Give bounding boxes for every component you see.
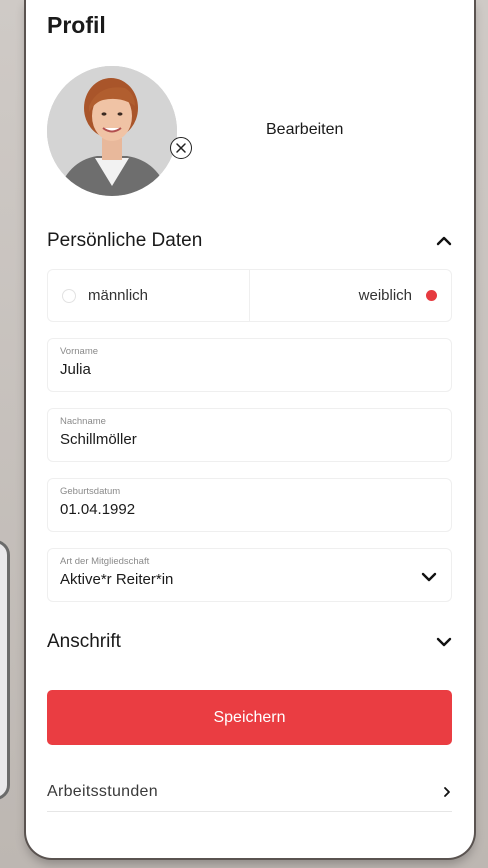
address-title: Anschrift [47,631,121,652]
avatar-container [47,66,192,196]
birthdate-field[interactable]: Geburtsdatum 01.04.1992 [47,478,452,532]
gender-female-label: weiblich [358,287,412,304]
work-hours-label: Arbeitsstunden [47,782,158,800]
profile-card: Profil Bearbeiten Persönliche Daten männ… [26,0,474,858]
first-name-field[interactable]: Vorname Julia [47,338,452,392]
remove-photo-button[interactable] [170,137,192,159]
avatar-photo [47,66,177,196]
gender-option-female[interactable]: weiblich [249,270,451,321]
radio-male[interactable] [62,288,76,303]
address-header[interactable]: Anschrift [47,627,452,657]
radio-female[interactable] [426,290,437,301]
gender-selector: männlich weiblich [47,269,452,322]
gender-option-male[interactable]: männlich [48,270,249,321]
background-window-edge [0,540,10,800]
avatar[interactable] [47,66,177,196]
gender-male-label: männlich [88,287,149,304]
personal-data-header[interactable]: Persönliche Daten [47,226,452,256]
last-name-value[interactable]: Schillmöller [60,431,439,448]
membership-label: Art der Mitgliedschaft [60,556,150,567]
first-name-label: Vorname [60,346,99,357]
chevron-down-icon [436,637,452,647]
work-hours-link[interactable]: Arbeitsstunden [47,772,452,812]
personal-data-title: Persönliche Daten [47,230,203,251]
birthdate-label: Geburtsdatum [60,486,121,497]
first-name-value[interactable]: Julia [60,361,439,378]
page-title: Profil [47,12,106,38]
last-name-field[interactable]: Nachname Schillmöller [47,408,452,462]
birthdate-value[interactable]: 01.04.1992 [60,501,439,518]
membership-select[interactable]: Art der Mitgliedschaft Aktive*r Reiter*i… [47,548,452,602]
last-name-label: Nachname [60,416,106,427]
membership-value: Aktive*r Reiter*in [60,571,174,588]
save-button[interactable]: Speichern [47,690,452,745]
chevron-down-icon[interactable] [421,569,437,585]
edit-profile-button[interactable]: Bearbeiten [266,121,343,139]
chevron-up-icon [436,236,452,246]
chevron-right-icon [444,786,450,797]
close-icon [176,143,186,153]
